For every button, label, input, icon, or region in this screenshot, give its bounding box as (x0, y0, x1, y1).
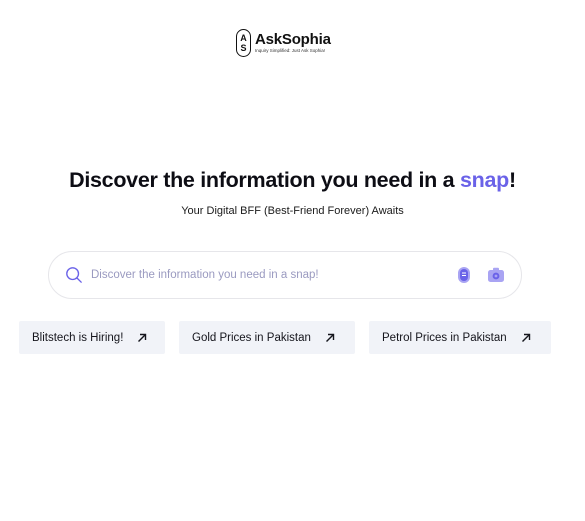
suggestion-label: Petrol Prices in Pakistan (382, 331, 507, 344)
suggestion-chip[interactable]: Blitstech is Hiring! (19, 321, 165, 354)
arrow-up-right-icon (138, 333, 147, 342)
headline-accent: snap (460, 168, 509, 192)
suggestion-chip[interactable]: Gold Prices in Pakistan (179, 321, 355, 354)
suggestion-chip[interactable]: Petrol Prices in Pakistan (369, 321, 551, 354)
voice-search-button[interactable] (455, 266, 473, 284)
logo[interactable]: A S AskSophia Inquiry Simplified: Just A… (236, 29, 331, 57)
headline-text: Discover the information you need in a (69, 168, 461, 192)
logo-mark-top: A (240, 33, 247, 43)
logo-text: AskSophia Inquiry Simplified: Just Ask S… (255, 32, 331, 54)
search-icon (66, 267, 82, 283)
logo-tagline: Inquiry Simplified: Just Ask Sophia! (255, 48, 326, 53)
logo-name: AskSophia (255, 31, 331, 48)
search-actions (455, 266, 505, 284)
search-input[interactable] (91, 269, 447, 281)
headline-exclamation: ! (509, 168, 516, 192)
microphone-icon (458, 267, 470, 283)
camera-icon (488, 267, 504, 282)
image-search-button[interactable] (487, 266, 505, 284)
search-bar[interactable] (48, 251, 522, 299)
page-subtitle: Your Digital BFF (Best-Friend Forever) A… (181, 205, 404, 217)
arrow-up-right-icon (325, 333, 335, 342)
arrow-up-right-icon (521, 333, 530, 342)
logo-mark-bottom: S (240, 43, 247, 53)
logo-mark-icon: A S (236, 29, 251, 57)
suggestion-list: Blitstech is Hiring! Gold Prices in Paki… (19, 321, 551, 354)
suggestion-label: Blitstech is Hiring! (32, 331, 124, 344)
page-headline: Discover the information you need in a s… (0, 168, 585, 193)
home-page: A S AskSophia Inquiry Simplified: Just A… (0, 0, 585, 521)
suggestion-label: Gold Prices in Pakistan (192, 331, 311, 344)
